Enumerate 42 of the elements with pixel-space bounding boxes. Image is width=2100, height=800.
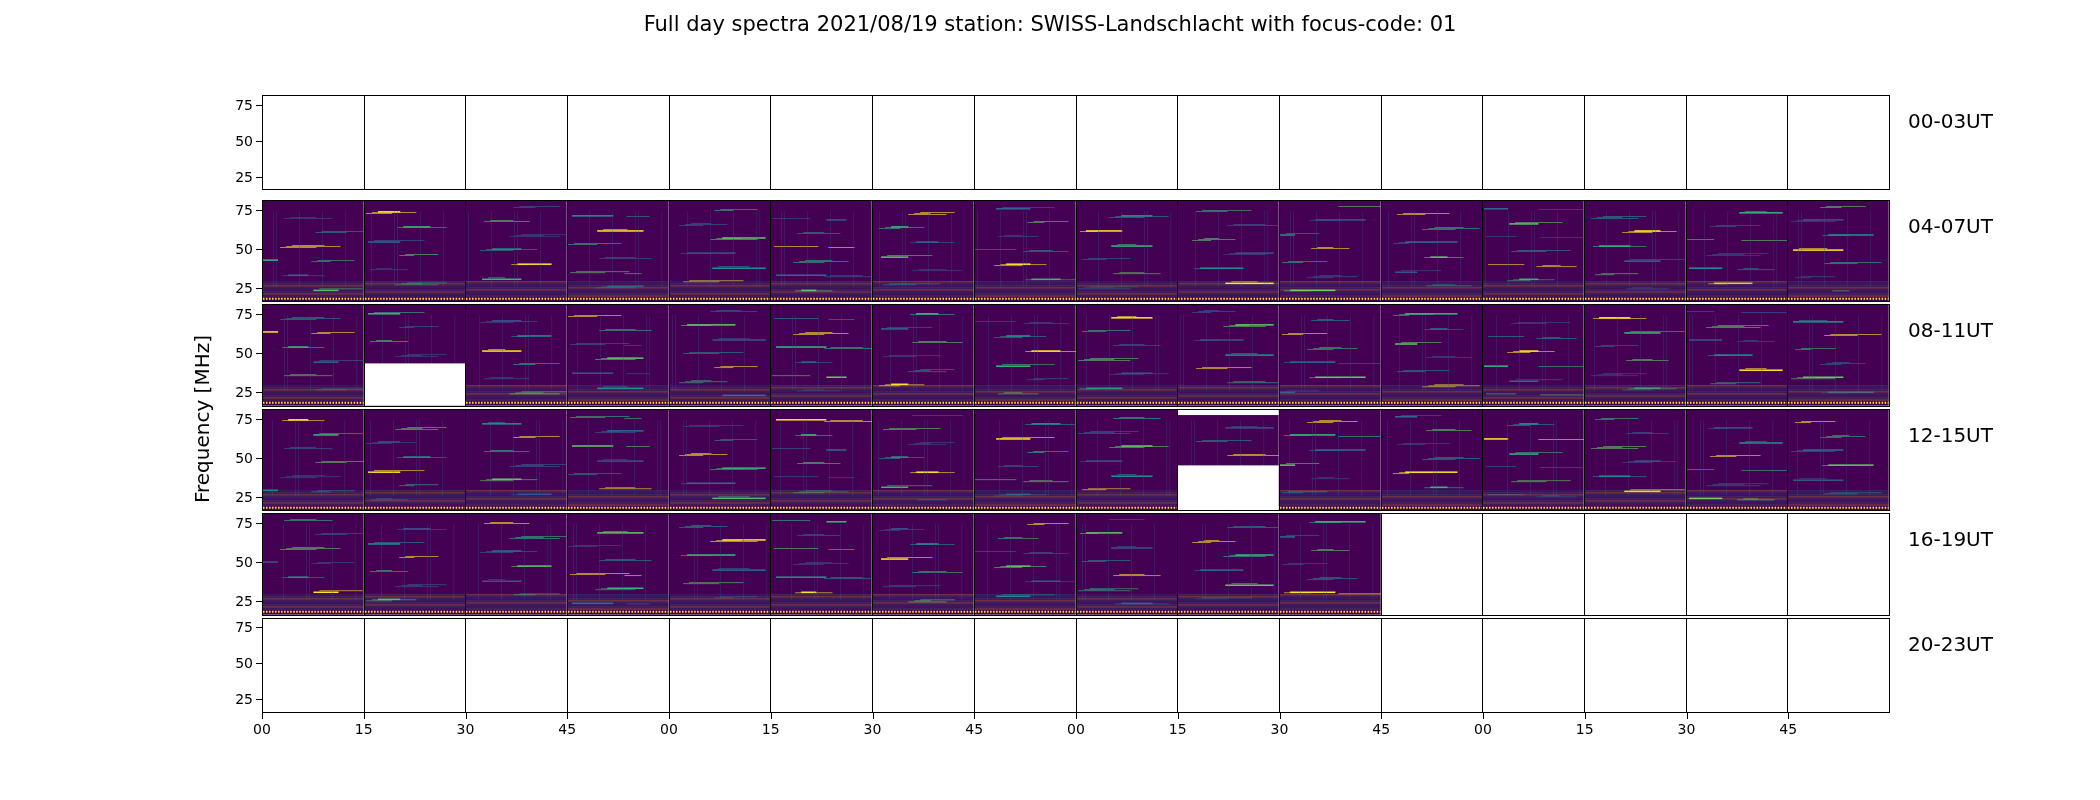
row-label: 04-07UT — [1908, 213, 1994, 238]
y-tick-label: 75 — [235, 97, 253, 112]
row-label: 16-19UT — [1908, 527, 1994, 551]
x-tick-label: 30 — [1677, 720, 1696, 737]
row-label: 00-03UT — [1908, 109, 1994, 133]
x-tick-label: 00 — [660, 720, 678, 737]
row-label: 08-11UT — [1908, 318, 1994, 342]
y-tick-label: 25 — [235, 489, 253, 504]
y-tick-label: 75 — [235, 202, 253, 217]
row-label: 20-23UT — [1908, 631, 1994, 656]
y-tick-label: 75 — [235, 411, 253, 426]
x-tick-label: 15 — [354, 720, 373, 737]
x-tick-label: 15 — [761, 720, 780, 737]
x-tick-label: 45 — [1779, 720, 1798, 737]
x-tick-label: 00 — [1067, 720, 1085, 737]
y-tick-label: 25 — [235, 169, 253, 184]
y-tick-label: 50 — [235, 241, 253, 256]
x-tick-label: 45 — [965, 720, 984, 737]
y-tick-label: 25 — [235, 692, 253, 707]
y-axis-label: Frequency [MHz] — [190, 334, 214, 503]
y-tick-label: 50 — [235, 450, 253, 465]
y-tick-label: 75 — [235, 620, 253, 634]
x-tick-label: 45 — [558, 720, 577, 737]
x-tick-label: 45 — [1372, 720, 1391, 737]
y-tick-label: 50 — [235, 656, 253, 671]
figure-title: Full day spectra 2021/08/19 station: SWISS-Landschlacht with focus-code: 01 — [642, 11, 1458, 38]
x-tick-label: 30 — [863, 720, 882, 737]
y-tick-label: 75 — [235, 307, 253, 322]
y-tick-label: 50 — [235, 133, 253, 148]
x-tick-label: 30 — [1270, 720, 1289, 737]
x-tick-label: 00 — [253, 720, 271, 737]
x-tick-label: 15 — [1575, 720, 1594, 737]
y-tick-label: 25 — [235, 280, 253, 295]
y-tick-label: 50 — [235, 346, 253, 361]
x-tick-label: 30 — [456, 720, 475, 737]
x-tick-label: 15 — [1168, 720, 1187, 737]
y-tick-label: 25 — [235, 385, 253, 400]
y-tick-label: 25 — [235, 594, 253, 609]
y-tick-label: 75 — [235, 516, 253, 531]
row-label: 12-15UT — [1908, 422, 1994, 447]
x-tick-label: 00 — [1474, 720, 1492, 737]
y-tick-label: 50 — [235, 555, 253, 570]
